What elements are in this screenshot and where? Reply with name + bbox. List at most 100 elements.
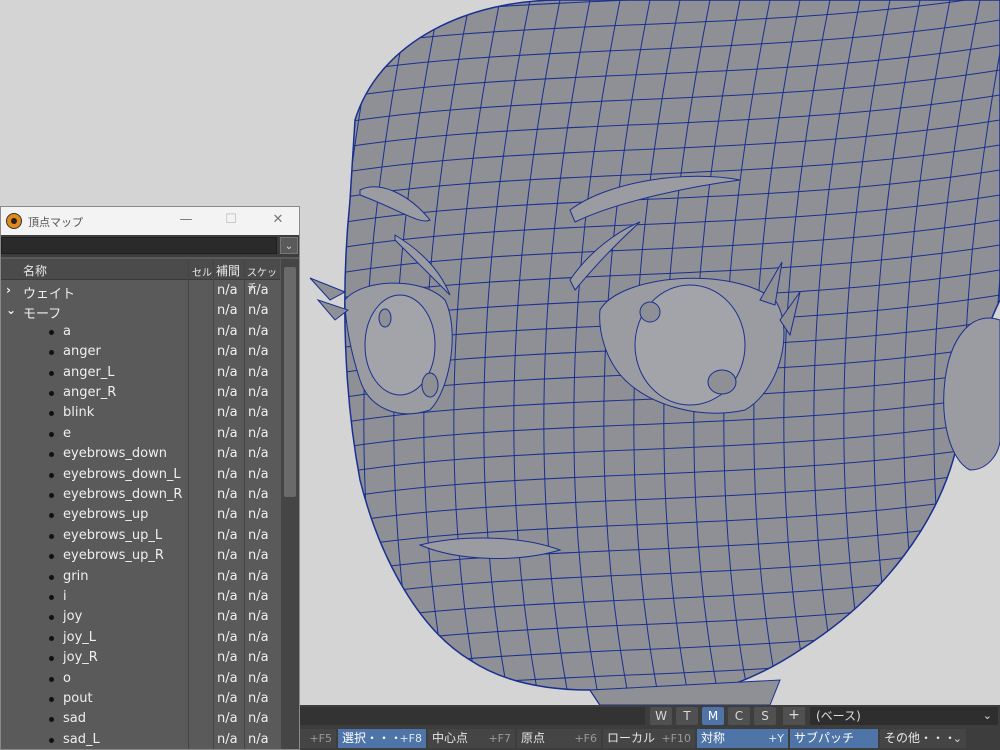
row-interp-value: n/a [217,711,238,727]
toolbar-button[interactable]: 中心点 +F7 [428,729,515,748]
row-sketch-value: n/a [248,670,269,686]
toolbar-button[interactable]: 原点 +F6 [517,729,601,748]
column-header-interp[interactable]: 補間 [216,262,240,279]
close-button[interactable]: ✕ [263,207,293,235]
list-item[interactable]: anger_R n/a n/a [1,383,280,403]
layer-select-value: (ベース) [816,709,861,723]
row-interp-value: n/a [217,303,238,319]
group-row[interactable]: ⌄ モーフ n/a n/a [1,301,280,322]
list-item[interactable]: eyebrows_down_R n/a n/a [1,485,280,505]
row-interp-value: n/a [217,344,238,360]
list-item[interactable]: o n/a n/a [1,669,280,689]
list-item[interactable]: blink n/a n/a [1,403,280,423]
mode-button-s[interactable]: S [754,707,776,725]
shortcut-key: +Y [768,732,784,745]
row-name: eyebrows_up_L [63,527,163,543]
row-name: eyebrows_down [63,446,167,462]
filter-dropdown-button[interactable]: ⌄ [280,237,298,254]
list-item[interactable]: joy_R n/a n/a [1,648,280,668]
row-name: blink [63,405,95,421]
chevron-right-icon[interactable]: › [6,283,11,297]
row-interp-value: n/a [217,446,238,462]
bullet-icon [49,595,54,600]
row-name: e [63,425,71,441]
minimize-button[interactable]: — [171,207,201,235]
row-interp-value: n/a [217,609,238,625]
row-sketch-value: n/a [248,568,269,584]
row-name: eyebrows_down_R [63,487,183,502]
bullet-icon [49,431,54,437]
group-row[interactable]: › ウェイト n/a n/a [1,281,280,302]
row-sketch-value: n/a [248,303,269,319]
list-item[interactable]: joy n/a n/a [1,607,280,627]
row-interp-value: n/a [217,731,238,747]
row-interp-value: n/a [217,650,238,666]
toolbar-button-label: 選択・・・ [342,731,403,745]
list-item[interactable]: eyebrows_up_L n/a n/a [1,526,280,546]
row-name: o [63,670,71,686]
row-name: sad_L [63,731,100,747]
toolbar-button-label: 対称 [701,731,726,745]
layer-select[interactable]: (ベース) ⌄ [810,707,998,725]
list-item[interactable]: e n/a n/a [1,424,280,444]
chevron-down-icon[interactable]: ⌄ [6,303,16,317]
row-name: eyebrows_down_L [63,466,181,482]
row-sketch-value: n/a [248,711,269,727]
column-header-name[interactable]: 名称 [23,262,47,279]
mode-button-m[interactable]: M [702,707,724,725]
row-sketch-value: n/a [248,323,269,339]
list-item[interactable]: eyebrows_down_L n/a n/a [1,465,280,485]
mode-button-w[interactable]: W [650,707,672,725]
row-sketch-value: n/a [248,731,269,747]
row-name: joy [63,609,83,625]
title-bar[interactable]: 頂点マップ — ☐ ✕ [1,207,299,235]
toolbar-button[interactable]: その他・・・ ⌄ [880,729,966,748]
toolbar-button[interactable]: サブパッチ [790,729,878,748]
add-layer-button[interactable]: + [783,707,805,725]
shortcut-key: +F7 [488,732,511,745]
toolbar-button[interactable]: 対称 +Y [697,729,788,748]
mode-button-c[interactable]: C [728,707,750,725]
list-item[interactable]: a n/a n/a [1,322,280,342]
toolbar-button[interactable]: 選択・・・ +F8 [338,729,426,748]
shortcut-key: +F6 [574,732,597,745]
bullet-icon [49,513,54,519]
bullet-icon [49,656,54,662]
list-item[interactable]: anger n/a n/a [1,342,280,362]
mode-button-t[interactable]: T [676,707,698,725]
row-sketch-value: n/a [248,548,269,564]
row-interp-value: n/a [217,405,238,421]
row-interp-value: n/a [217,323,238,339]
row-interp-value: n/a [217,527,238,543]
maximize-button[interactable]: ☐ [216,207,246,235]
list-item[interactable]: grin n/a n/a [1,567,280,587]
list-item[interactable]: i n/a n/a [1,587,280,607]
bullet-icon [49,697,54,702]
row-name: a [63,323,71,339]
filter-input[interactable] [1,237,277,254]
scrollbar-thumb[interactable] [284,267,296,497]
shortcut-key: +F10 [661,732,691,745]
list-item[interactable]: anger_L n/a n/a [1,363,280,383]
bullet-icon [49,391,54,396]
row-sketch-value: n/a [248,364,269,380]
list-scrollbar[interactable] [281,259,299,749]
row-interp-value: n/a [217,283,238,298]
toolbar-button-label: 原点 [521,731,546,745]
list-item[interactable]: sad n/a n/a [1,709,280,729]
vertex-map-window: 頂点マップ — ☐ ✕ ⌄ 名称 セル 補間 スケッチ › ウェイト n/a n/a ⌄… [0,206,300,750]
row-sketch-value: n/a [248,466,269,482]
list-item[interactable]: eyebrows_down n/a n/a [1,444,280,464]
list-item[interactable]: joy_L n/a n/a [1,628,280,648]
list-item[interactable]: eyebrows_up_R n/a n/a [1,546,280,566]
row-sketch-value: n/a [248,507,269,523]
row-interp-value: n/a [217,670,238,686]
list-item[interactable]: eyebrows_up n/a n/a [1,505,280,525]
row-name: anger [63,344,101,360]
list-item[interactable]: sad_L n/a n/a [1,730,280,749]
toolbar-button-label: その他・・・ [884,731,957,745]
list-item[interactable]: pout n/a n/a [1,689,280,709]
column-header-cell[interactable]: セル [192,264,212,279]
toolbar-button[interactable]: +F5 [300,729,336,748]
toolbar-button[interactable]: ローカル +F10 [603,729,695,748]
